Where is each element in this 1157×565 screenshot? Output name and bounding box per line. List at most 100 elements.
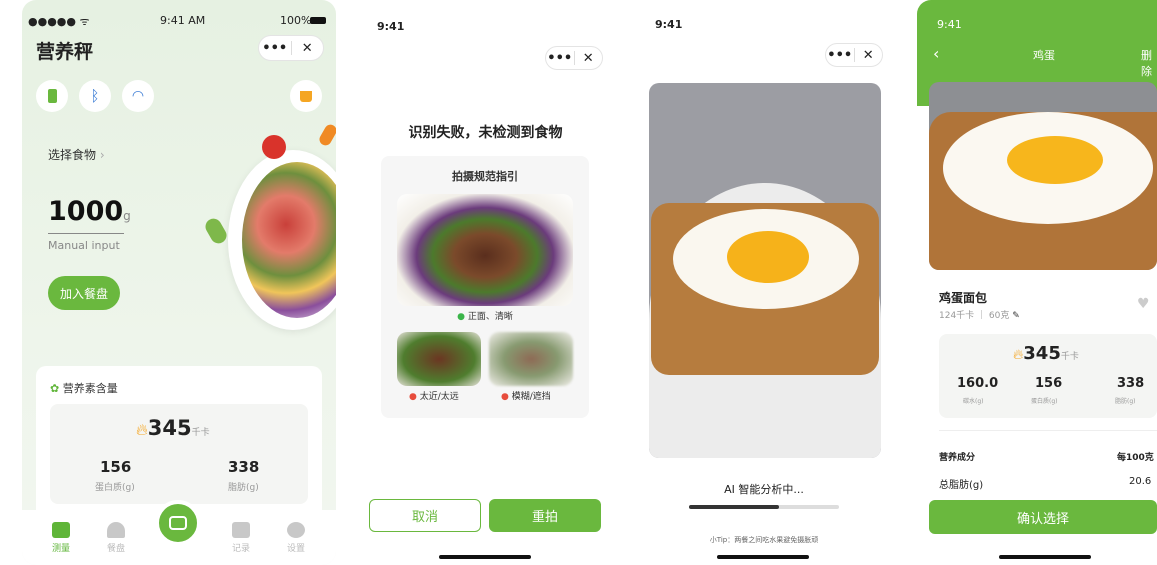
food-name: 鸡蛋面包: [939, 291, 988, 305]
food-subtitle-text: 124千卡 ｜ 60克: [939, 311, 1010, 321]
cup-icon[interactable]: [290, 80, 322, 112]
food-subtitle: 124千卡 ｜ 60克 ✎: [939, 308, 1020, 321]
page-title: 鸡蛋: [1033, 49, 1055, 62]
progress-fill: [689, 505, 779, 509]
phone-scale-home: ●●●●● ᯤ 9:41 AM 100% 营养秤 ••• ✕ ᛒ ◠ 选择食物 …: [22, 0, 336, 565]
nutrients-summary: 🔥︎345千卡 156 蛋白质(g) 338 脂肪(g): [50, 404, 308, 504]
apple-decoration: [262, 135, 286, 159]
progress-track: [689, 505, 839, 509]
fat-label: 脂肪(g): [228, 483, 259, 493]
home-indicator: [717, 555, 809, 559]
capsule-menu: ••• ✕: [258, 35, 324, 61]
phone-ai-analyzing: 9:41 ••• ✕ AI 智能分析中... 小Tip：两餐之间吃水果避免摄胀顽: [635, 0, 893, 565]
app-title: 营养秤: [36, 41, 94, 63]
weight-underline: [48, 233, 124, 234]
tab-records-label: 记录: [231, 544, 250, 554]
tab-plate[interactable]: 餐盘: [96, 522, 136, 554]
capsule-menu: ••• ✕: [545, 46, 603, 70]
nutrition-section-label: 营养成分: [939, 453, 976, 463]
bad-example-1-row: ● 太近/太远: [409, 389, 459, 402]
bad-example-1-label: 太近/太远: [419, 392, 459, 402]
gear-icon: [287, 522, 305, 538]
tip-text: 小Tip：两餐之间吃水果避免摄胀顽: [709, 536, 819, 544]
protein-value: 156: [100, 458, 132, 476]
camera-button[interactable]: [155, 500, 201, 546]
chevron-right-icon: ›: [99, 148, 105, 162]
weight-display: 1000g: [48, 196, 131, 227]
status-time: 9:41: [655, 18, 683, 31]
weight-value: 1000: [48, 196, 124, 227]
good-example-photo: [397, 194, 573, 306]
sprout-icon: ✿: [50, 382, 60, 395]
nutrition-summary: 🔥︎345千卡 160.0 碳水(g) 156 蛋白质(g) 338 脂肪(g): [939, 334, 1157, 418]
signal-indicator: ●●●●● ᯤ: [28, 15, 90, 28]
calorie-unit: 千卡: [191, 428, 210, 438]
more-button[interactable]: •••: [546, 51, 574, 66]
blurry-photo: [489, 332, 573, 386]
protein-value: 156: [1035, 376, 1063, 391]
calorie-value: 345: [1023, 343, 1061, 364]
confirm-button[interactable]: 确认选择: [929, 500, 1157, 534]
tab-records[interactable]: 记录: [221, 522, 261, 554]
protein-label: 蛋白质(g): [1031, 398, 1058, 405]
battery-icon: [310, 17, 326, 24]
carrot-decoration: [317, 122, 336, 148]
plate-icon: [107, 522, 125, 538]
bluetooth-icon[interactable]: ᛒ: [79, 80, 111, 112]
pepper-decoration: [202, 215, 230, 247]
tab-plate-label: 餐盘: [106, 544, 125, 554]
food-photo: [929, 82, 1157, 270]
food-plate-image: [228, 150, 336, 330]
heart-icon[interactable]: ♥: [1137, 296, 1150, 312]
delete-button[interactable]: 删除: [1141, 47, 1157, 79]
bad-example-2-row: ● 模糊/遮挡: [501, 389, 551, 402]
close-button[interactable]: ✕: [855, 48, 883, 63]
battery-status-icon[interactable]: [36, 80, 68, 112]
good-example-label: 正面、清晰: [467, 312, 513, 322]
weight-unit: g: [123, 209, 131, 223]
fat-label: 脂肪(g): [1115, 398, 1136, 405]
camera-icon: [169, 516, 187, 530]
back-button[interactable]: ‹: [933, 44, 939, 63]
home-indicator: [999, 555, 1091, 559]
status-time: 9:41: [937, 18, 962, 31]
tab-measure-label: 测量: [51, 544, 70, 554]
add-to-plate-button[interactable]: 加入餐盘: [48, 276, 120, 310]
more-button[interactable]: •••: [826, 48, 854, 63]
phone-recognition-failed: 9:41 ••• ✕ 识别失败，未检测到食物 拍摄规范指引 ● 正面、清晰 ● …: [357, 0, 614, 565]
guide-card: 拍摄规范指引 ● 正面、清晰 ● 太近/太远 ● 模糊/遮挡: [381, 156, 589, 418]
analyzing-text: AI 智能分析中...: [724, 483, 804, 496]
calorie-value: 345: [147, 416, 192, 440]
retake-button[interactable]: 重拍: [489, 499, 601, 532]
scale-icon: [52, 522, 70, 538]
per-100g-label: 每100克: [1117, 453, 1154, 463]
guide-title: 拍摄规范指引: [452, 170, 518, 183]
failure-title: 识别失败，未检测到食物: [408, 125, 563, 141]
nutrients-title-row: ✿ 营养素含量: [50, 380, 118, 396]
flame-icon: 🔥︎: [1013, 347, 1024, 363]
calorie-unit: 千卡: [1060, 352, 1079, 362]
capsule-menu: ••• ✕: [825, 43, 883, 67]
too-close-photo: [397, 332, 481, 386]
carb-label: 碳水(g): [963, 398, 984, 405]
close-button[interactable]: ✕: [292, 41, 324, 56]
select-food-label: 选择食物: [48, 148, 97, 162]
fat-value: 338: [228, 458, 260, 476]
close-button[interactable]: ✕: [575, 51, 603, 66]
home-indicator: [439, 555, 531, 559]
cancel-button[interactable]: 取消: [369, 499, 481, 532]
battery-percent: 100%: [280, 14, 312, 27]
tab-settings[interactable]: 设置: [276, 522, 316, 554]
total-fat-value: 20.6: [1129, 476, 1152, 487]
select-food-link[interactable]: 选择食物 ›: [48, 146, 105, 163]
more-button[interactable]: •••: [259, 41, 291, 56]
nutrients-title: 营养素含量: [62, 382, 118, 395]
tab-measure[interactable]: 测量: [41, 522, 81, 554]
status-time: 9:41 AM: [160, 14, 206, 27]
edit-icon[interactable]: ✎: [1012, 311, 1020, 321]
manual-input-link[interactable]: Manual input: [48, 239, 120, 252]
divider: [939, 430, 1157, 431]
wifi-icon[interactable]: ◠: [122, 80, 154, 112]
status-time: 9:41: [377, 20, 405, 33]
calorie-row: 🔥︎345千卡: [1013, 343, 1079, 364]
